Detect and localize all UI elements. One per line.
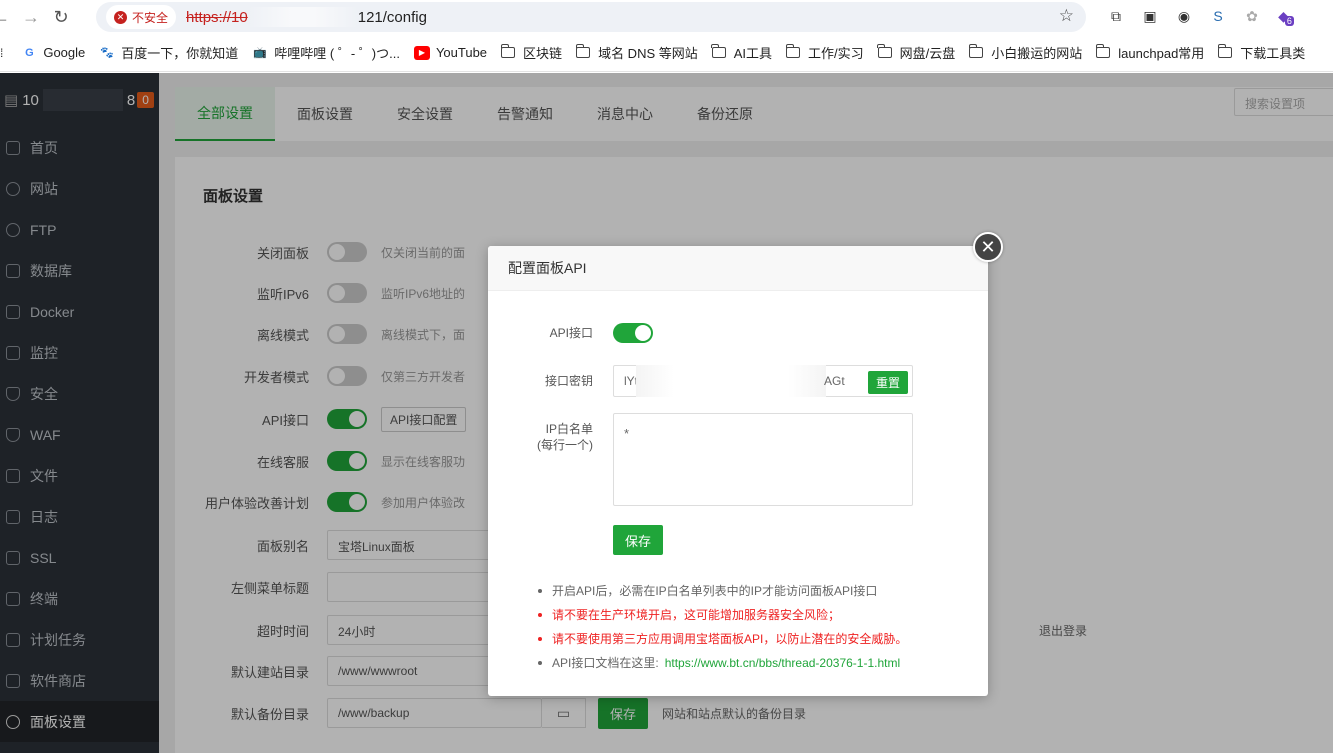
bookmark-folder-launchpad[interactable]: launchpad常用 (1095, 43, 1204, 62)
extension-badge: 6 (1284, 16, 1294, 26)
bookmark-folder-downloads[interactable]: 下载工具类 (1217, 43, 1305, 62)
address-bar[interactable]: ✕ 不安全 https://10 121/config ☆ (96, 2, 1086, 32)
reload-icon[interactable]: ↻ (46, 2, 76, 32)
bilibili-icon: 📺 (253, 47, 268, 59)
apps-icon[interactable]: ⁞ (0, 46, 3, 60)
warning-icon: ✕ (114, 10, 127, 24)
api-enable-switch[interactable] (613, 323, 653, 343)
s-extension-icon[interactable]: S (1207, 5, 1229, 27)
api-key-label: 接口密钥 (544, 374, 593, 388)
bookmark-folder-blockchain[interactable]: 区块链 (500, 43, 562, 62)
api-doc-link[interactable]: https://www.bt.cn/bbs/thread-20376-1-1.h… (665, 656, 900, 670)
bookmark-folder-cloud[interactable]: 网盘/云盘 (877, 43, 955, 62)
insecure-chip[interactable]: ✕ 不安全 (106, 5, 177, 29)
bookmarks-bar: ⁞ G Google 🐾 百度一下，你就知道 📺 哔哩哔哩 ( ゜- ゜)つ... ▶… (0, 34, 1333, 72)
reset-key-button[interactable]: 重置 (867, 371, 908, 394)
bookmark-star-icon[interactable]: ☆ (1059, 6, 1074, 26)
api-config-dialog: 配置面板API API接口 接口密钥 lYt AGt 重置 IP白名单 (每行一… (488, 246, 988, 696)
note-item-doc: API接口文档在这里: https://www.bt.cn/bbs/thread-… (538, 651, 907, 675)
purple-extension-icon[interactable]: ◆ 6 (1275, 5, 1297, 27)
gray-extension-icon[interactable]: ✿ (1241, 5, 1263, 27)
folder-icon (785, 44, 801, 58)
folder-icon (711, 44, 726, 58)
api-key-end: AGt (824, 374, 845, 388)
bookmark-folder-sites[interactable]: 小白搬运的网站 (968, 43, 1082, 62)
google-icon: G (25, 46, 34, 59)
url-path: 121/config (357, 8, 427, 26)
browser-toolbar: ← → ↻ ✕ 不安全 https://10 121/config ☆ ⧉ ▣ … (0, 0, 1333, 34)
close-dialog-icon[interactable]: ✕ (973, 232, 1003, 262)
bookmark-youtube[interactable]: ▶ YouTube (413, 45, 487, 60)
ip-whitelist-textarea[interactable]: * (613, 413, 913, 506)
extension-icon[interactable]: ▣ (1139, 5, 1161, 27)
folder-icon (575, 44, 591, 58)
note-item-warning: 请不要在生产环境开启，这可能增加服务器安全风险； (538, 603, 907, 627)
folder-icon (877, 44, 892, 58)
folder-icon (1217, 44, 1233, 58)
note-item: 开启API后，必需在IP白名单列表中的IP才能访问面板API接口 (538, 579, 907, 603)
api-key-field[interactable]: lYt AGt 重置 (613, 365, 913, 397)
youtube-icon: ▶ (413, 45, 430, 60)
forward-icon[interactable]: → (16, 2, 46, 32)
url-scheme: https://10 (186, 8, 248, 26)
bookmark-folder-work[interactable]: 工作/实习 (785, 43, 864, 62)
api-key-redacted (636, 365, 827, 397)
bookmark-google[interactable]: G Google (21, 45, 85, 60)
bookmark-folder-ai[interactable]: AI工具 (711, 43, 772, 62)
back-icon[interactable]: ← (0, 2, 16, 32)
mask-extension-icon[interactable]: ◉ (1173, 5, 1195, 27)
folder-icon (968, 44, 984, 58)
api-label: API接口 (549, 326, 593, 340)
folder-icon (500, 44, 516, 58)
bookmark-bilibili[interactable]: 📺 哔哩哔哩 ( ゜- ゜)つ... (252, 43, 400, 62)
save-button[interactable]: 保存 (613, 525, 663, 555)
url-redacted (247, 7, 358, 27)
insecure-label: 不安全 (132, 10, 169, 25)
api-notes: 开启API后，必需在IP白名单列表中的IP才能访问面板API接口 请不要在生产环… (538, 579, 907, 675)
note-item-warning: 请不要使用第三方应用调用宝塔面板API，以防止潜在的安全威胁。 (538, 627, 907, 651)
baidu-icon: 🐾 (100, 47, 115, 59)
ip-whitelist-label: IP白名单 (545, 422, 593, 436)
folder-icon (1095, 44, 1111, 58)
ip-whitelist-hint: (每行一个) (537, 438, 593, 452)
tab-manager-icon[interactable]: ⧉ (1105, 5, 1127, 27)
dialog-title: 配置面板API (488, 246, 988, 291)
bookmark-baidu[interactable]: 🐾 百度一下，你就知道 (99, 43, 238, 62)
bookmark-folder-dns[interactable]: 域名 DNS 等网站 (575, 43, 698, 62)
extensions-bar: ⧉ ▣ ◉ S ✿ ◆ 6 (1105, 5, 1297, 27)
